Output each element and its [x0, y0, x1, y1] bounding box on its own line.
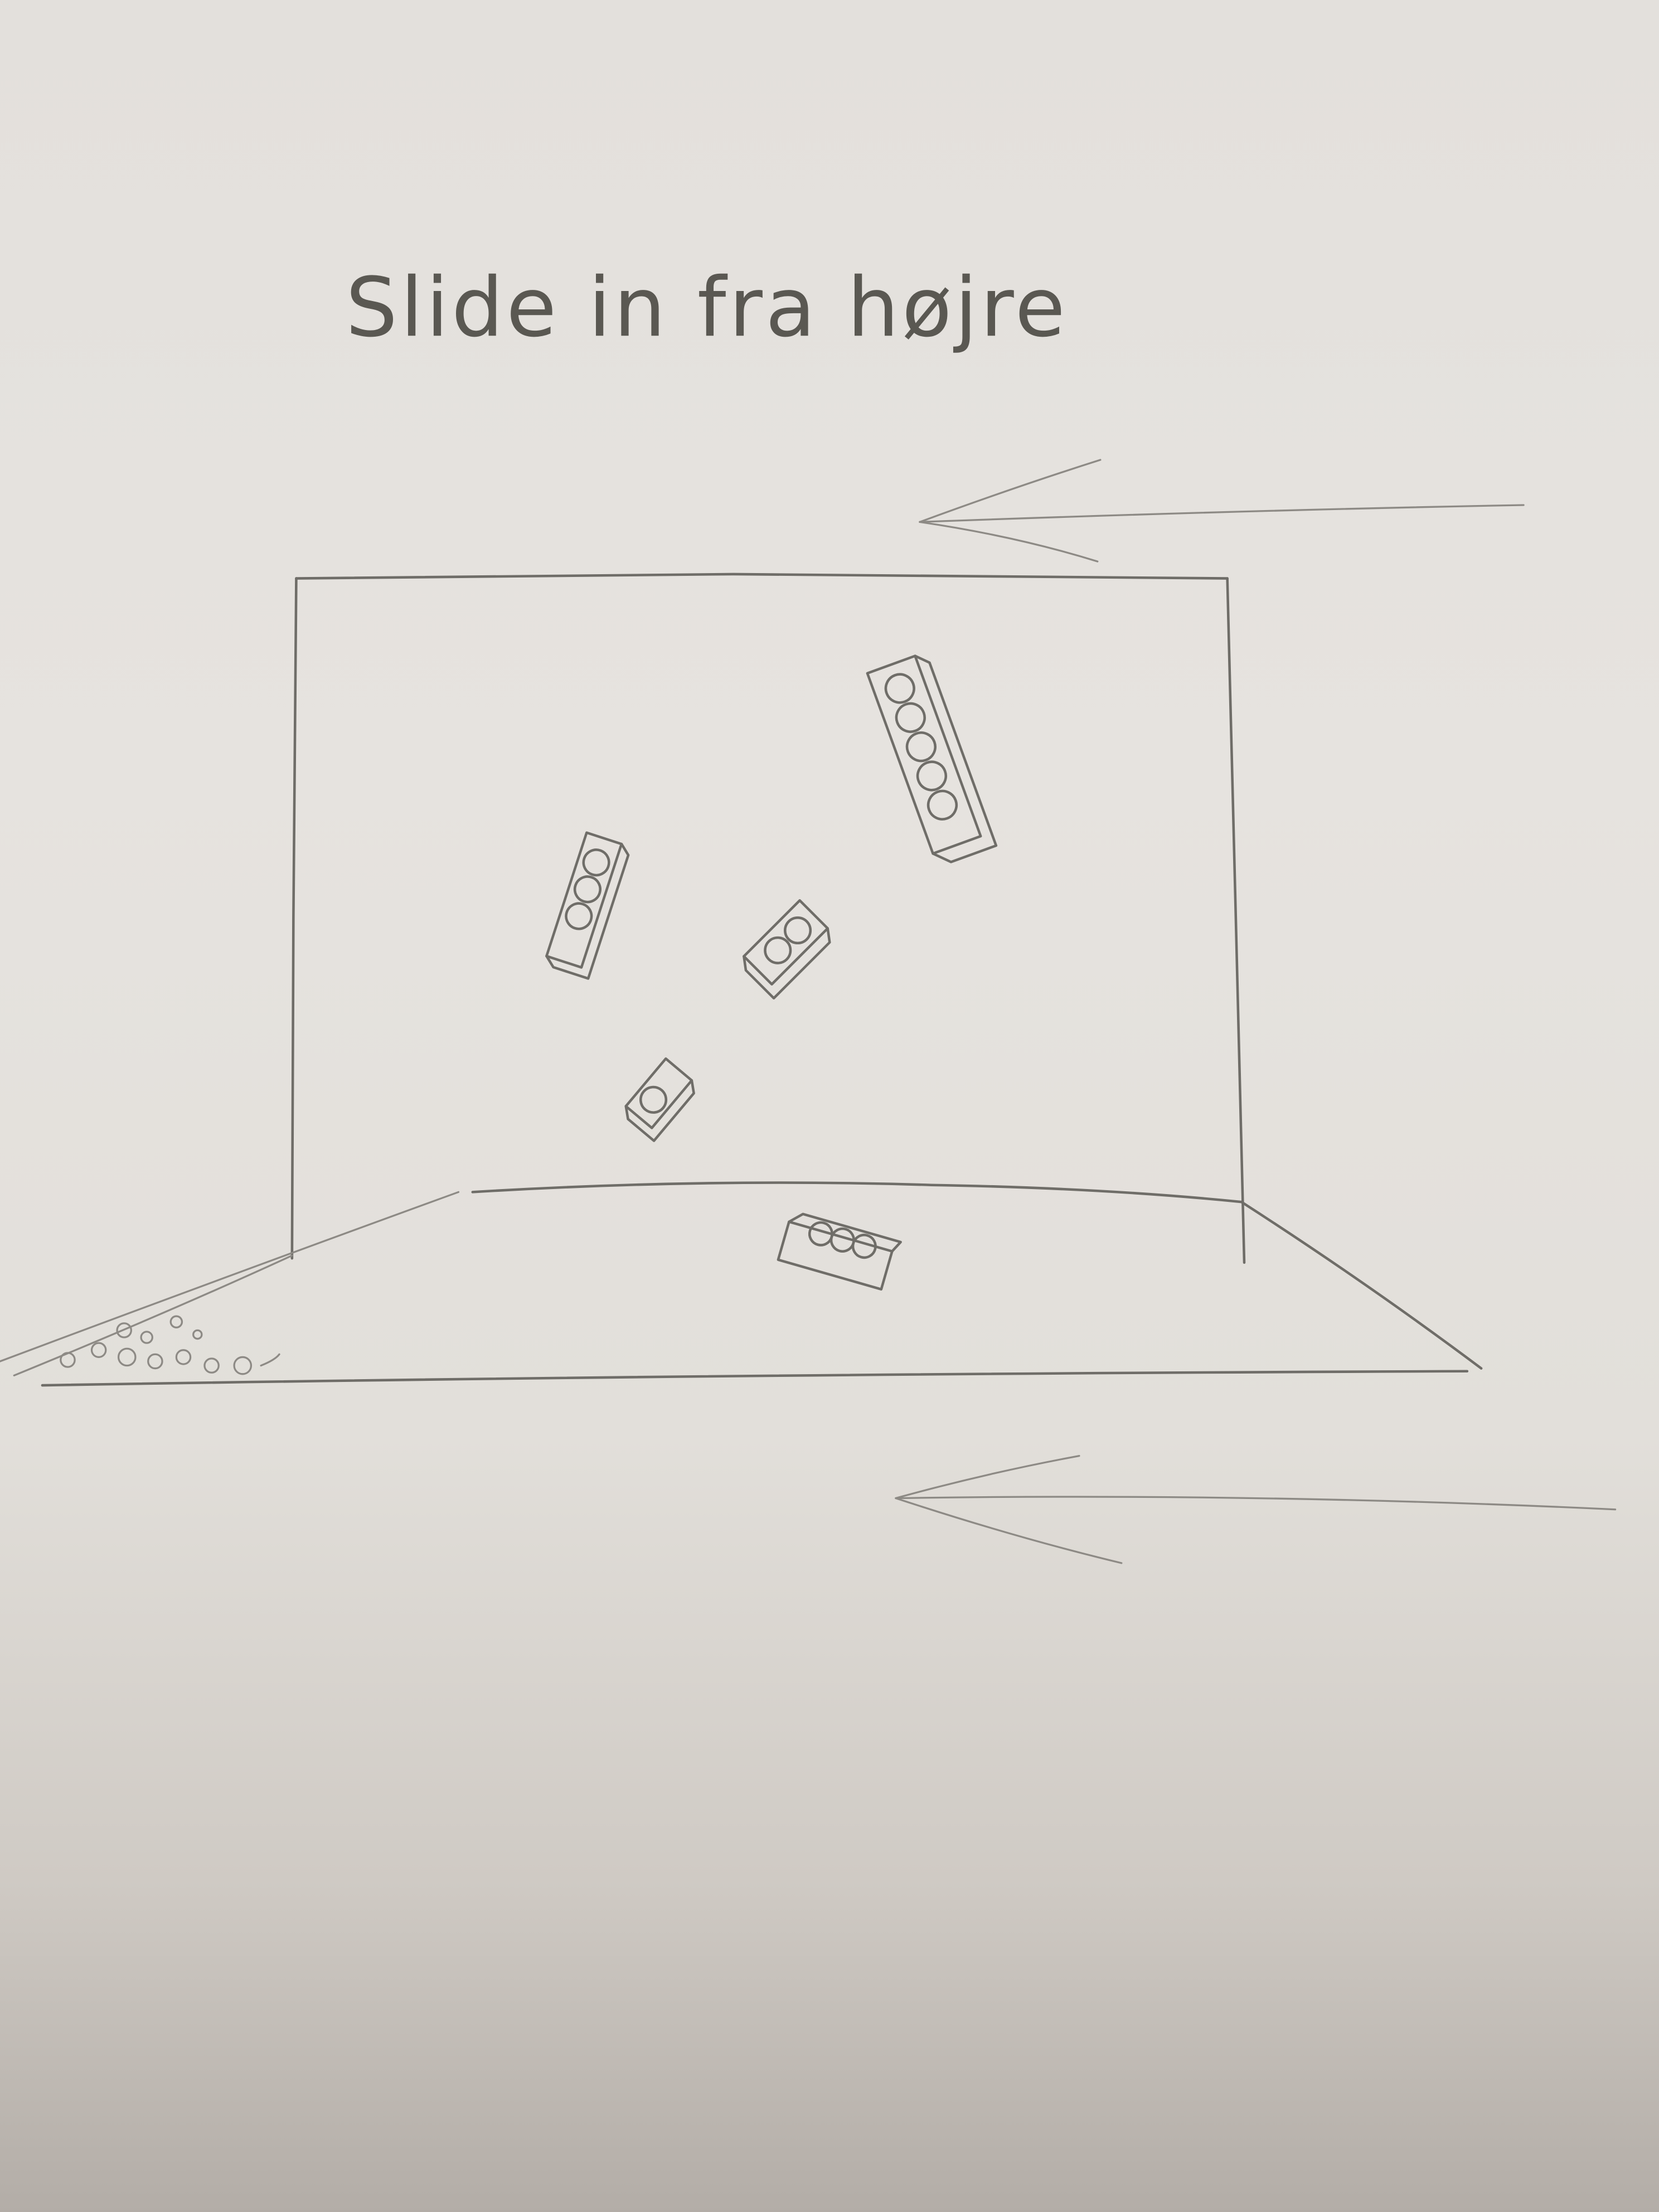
backdrop-frame [290, 573, 1246, 1264]
brick-medium [545, 831, 630, 980]
sketch-canvas: Slide in fra højre [0, 260, 1617, 1564]
brick-tiny [624, 1057, 695, 1142]
floor-plane [0, 1181, 1483, 1387]
brick-large [866, 654, 998, 864]
brick-floor [777, 1212, 902, 1291]
bottom-arrow-icon [895, 1454, 1617, 1564]
top-arrow-icon [919, 459, 1525, 562]
sketch-title: Slide in fra højre [346, 260, 1068, 355]
brick-rubble [60, 1315, 280, 1375]
brick-small [743, 899, 831, 1000]
